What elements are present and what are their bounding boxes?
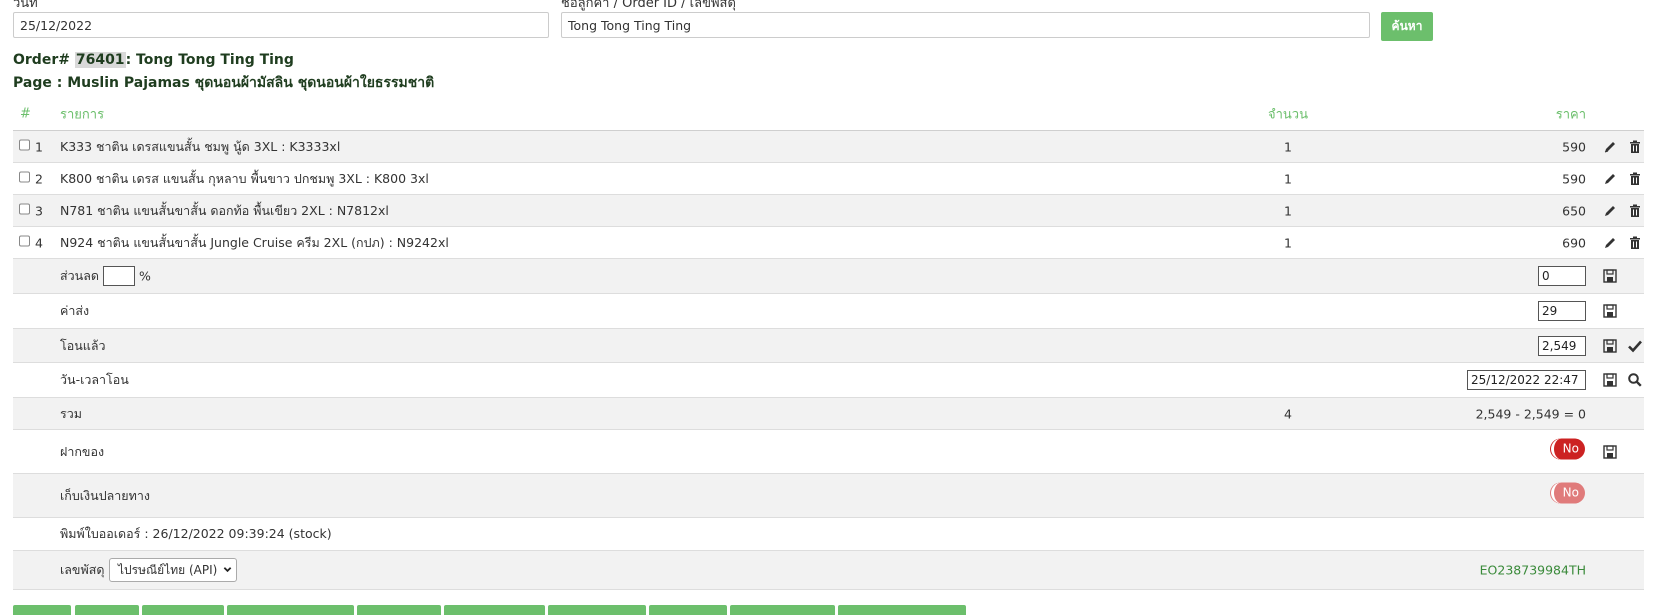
floppy-disk-icon[interactable] xyxy=(1602,338,1618,354)
action-button[interactable] xyxy=(649,605,727,615)
order-customer: : Tong Tong Ting Ting xyxy=(125,52,294,68)
row-price: 590 xyxy=(1562,171,1586,186)
order-prefix: Order# xyxy=(13,52,70,68)
percent-sign: % xyxy=(139,268,151,284)
row-number: 1 xyxy=(35,139,43,154)
table-row: 2 K800 ชาติน เดรส แขนสั้น กุหลาบ พื้นขาว… xyxy=(13,162,1644,194)
trash-icon[interactable] xyxy=(1627,139,1643,155)
date-input[interactable]: 25/12/2022 xyxy=(13,12,549,38)
deposit-label: ฝากของ xyxy=(60,443,105,459)
pencil-icon[interactable] xyxy=(1602,171,1618,187)
action-button[interactable] xyxy=(548,605,646,615)
shipping-label: ค่าส่ง xyxy=(60,303,90,318)
row-price: 650 xyxy=(1562,203,1586,218)
discount-label: ส่วนลด xyxy=(60,268,99,283)
col-number-header: # xyxy=(20,106,31,121)
deposit-toggle[interactable]: No xyxy=(1551,438,1585,459)
checkmark-icon[interactable] xyxy=(1627,338,1643,354)
cod-row: เก็บเงินปลายทาง No xyxy=(13,473,1644,517)
paid-datetime-row: วัน-เวลาโอน 25/12/2022 22:47 xyxy=(13,362,1644,397)
row-item-name: N924 ชาติน แขนสั้นขาสั้น Jungle Cruise ค… xyxy=(60,234,449,250)
deposit-row: ฝากของ No xyxy=(13,429,1644,473)
order-page-line: Page : Muslin Pajamas ชุดนอนผ้ามัสลิน ชุ… xyxy=(13,75,435,91)
row-item-name: K333 ชาติน เดรสแขนสั้น ชมพู นู้ด 3XL : K… xyxy=(60,138,341,154)
trash-icon[interactable] xyxy=(1627,235,1643,251)
discount-row: ส่วนลด % 0 xyxy=(13,258,1644,293)
trash-icon[interactable] xyxy=(1627,203,1643,219)
row-number: 2 xyxy=(35,171,43,186)
shipping-input[interactable]: 29 xyxy=(1538,301,1586,321)
chevron-down-icon xyxy=(223,563,232,577)
row-checkbox[interactable] xyxy=(19,139,30,150)
printed-info: พิมพ์ใบออเดอร์ : 26/12/2022 09:39:24 (st… xyxy=(60,526,332,541)
row-qty: 1 xyxy=(1284,203,1292,218)
table-row: 3 N781 ชาติน แขนสั้นขาสั้น ดอกท้อ พื้นเข… xyxy=(13,194,1644,226)
action-button[interactable] xyxy=(13,605,71,615)
row-checkbox[interactable] xyxy=(19,203,30,214)
row-number: 3 xyxy=(35,203,43,218)
paid-label: โอนแล้ว xyxy=(60,337,106,353)
row-qty: 1 xyxy=(1284,139,1292,154)
cod-label: เก็บเงินปลายทาง xyxy=(60,487,150,503)
pencil-icon[interactable] xyxy=(1602,139,1618,155)
row-checkbox[interactable] xyxy=(19,235,30,246)
action-button[interactable] xyxy=(730,605,835,615)
floppy-disk-icon[interactable] xyxy=(1602,303,1618,319)
tracking-label: เลขพัสดุ xyxy=(60,562,105,577)
action-button[interactable] xyxy=(357,605,441,615)
action-button[interactable] xyxy=(227,605,354,615)
row-price: 590 xyxy=(1562,139,1586,154)
tracking-number: EO238739984TH xyxy=(1479,562,1586,578)
total-row: รวม 4 2,549 - 2,549 = 0 xyxy=(13,397,1644,429)
pencil-icon[interactable] xyxy=(1602,235,1618,251)
tracking-row: เลขพัสดุ ไปรษณีย์ไทย (API) EO238739984TH xyxy=(13,550,1644,590)
table-header: # รายการ จำนวน ราคา xyxy=(13,97,1644,130)
row-item-name: K800 ชาติน เดรส แขนสั้น กุหลาบ พื้นขาว ป… xyxy=(60,170,429,186)
magnifier-icon[interactable] xyxy=(1627,372,1643,388)
floppy-disk-icon[interactable] xyxy=(1602,372,1618,388)
order-id: 76401 xyxy=(74,52,126,68)
trash-icon[interactable] xyxy=(1627,171,1643,187)
paid-datetime-label: วัน-เวลาโอน xyxy=(60,372,129,387)
row-qty: 1 xyxy=(1284,235,1292,250)
printed-row: พิมพ์ใบออเดอร์ : 26/12/2022 09:39:24 (st… xyxy=(13,517,1644,550)
row-price: 690 xyxy=(1562,235,1586,250)
row-checkbox[interactable] xyxy=(19,171,30,182)
paid-amount-input[interactable]: 2,549 xyxy=(1538,335,1586,356)
order-title: Order# 76401: Tong Tong Ting Ting xyxy=(13,52,294,68)
discount-percent-input[interactable] xyxy=(103,266,135,286)
row-number: 4 xyxy=(35,235,43,250)
col-price-header: ราคา xyxy=(1555,107,1586,122)
col-item-header: รายการ xyxy=(60,107,105,122)
carrier-select[interactable]: ไปรษณีย์ไทย (API) xyxy=(109,558,238,582)
discount-amount-input[interactable]: 0 xyxy=(1538,266,1586,286)
search-query-input[interactable]: Tong Tong Ting Ting xyxy=(561,12,1370,38)
row-item-name: N781 ชาติน แขนสั้นขาสั้น ดอกท้อ พื้นเขีย… xyxy=(60,202,389,218)
carrier-selected-value: ไปรษณีย์ไทย (API) xyxy=(118,562,218,577)
action-button[interactable] xyxy=(444,605,545,615)
shipping-row: ค่าส่ง 29 xyxy=(13,293,1644,328)
action-button[interactable] xyxy=(75,605,139,615)
total-calculation: 2,549 - 2,549 = 0 xyxy=(1475,406,1586,421)
pencil-icon[interactable] xyxy=(1602,203,1618,219)
floppy-disk-icon[interactable] xyxy=(1602,444,1618,460)
table-row: 4 N924 ชาติน แขนสั้นขาสั้น Jungle Cruise… xyxy=(13,226,1644,258)
action-button[interactable] xyxy=(142,605,224,615)
paid-datetime-input[interactable]: 25/12/2022 22:47 xyxy=(1467,370,1586,390)
total-label: รวม xyxy=(60,405,82,421)
action-button[interactable] xyxy=(838,605,966,615)
floppy-disk-icon[interactable] xyxy=(1602,268,1618,284)
total-qty: 4 xyxy=(1284,406,1292,421)
table-row: 1 K333 ชาติน เดรสแขนสั้น ชมพู นู้ด 3XL :… xyxy=(13,130,1644,162)
cod-toggle: No xyxy=(1551,482,1585,503)
search-button[interactable]: ค้นหา xyxy=(1381,12,1433,41)
col-qty-header: จำนวน xyxy=(1268,107,1308,122)
row-qty: 1 xyxy=(1284,171,1292,186)
paid-row: โอนแล้ว 2,549 xyxy=(13,328,1644,362)
